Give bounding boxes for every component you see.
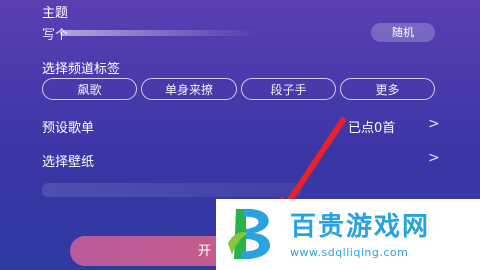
chevron-right-icon[interactable]: > xyxy=(428,116,440,132)
channel-tags-label: 选择频道标签 xyxy=(42,62,121,77)
blurred-row xyxy=(42,183,302,197)
preset-playlist-label[interactable]: 预设歌单 xyxy=(42,117,94,136)
topic-label: 主题 xyxy=(42,6,69,21)
tag-option[interactable]: 飙歌 xyxy=(42,78,137,100)
playlist-count: 已点0首 xyxy=(348,121,396,136)
tag-more-button[interactable]: 更多 xyxy=(340,78,435,100)
tag-option[interactable]: 段子手 xyxy=(241,78,336,100)
topic-input-blurred-text xyxy=(60,30,260,36)
watermark-logo xyxy=(228,208,271,260)
watermark-title: 百贵游戏网 xyxy=(290,212,431,242)
watermark-url: www.sdqlliqing.com xyxy=(290,246,409,259)
start-button-label: 开 xyxy=(198,244,212,259)
random-topic-button[interactable]: 随机 xyxy=(371,23,435,42)
tag-option[interactable]: 单身来撩 xyxy=(141,78,237,100)
chevron-right-icon[interactable]: > xyxy=(428,150,440,166)
select-wallpaper-label[interactable]: 选择壁纸 xyxy=(42,151,94,170)
